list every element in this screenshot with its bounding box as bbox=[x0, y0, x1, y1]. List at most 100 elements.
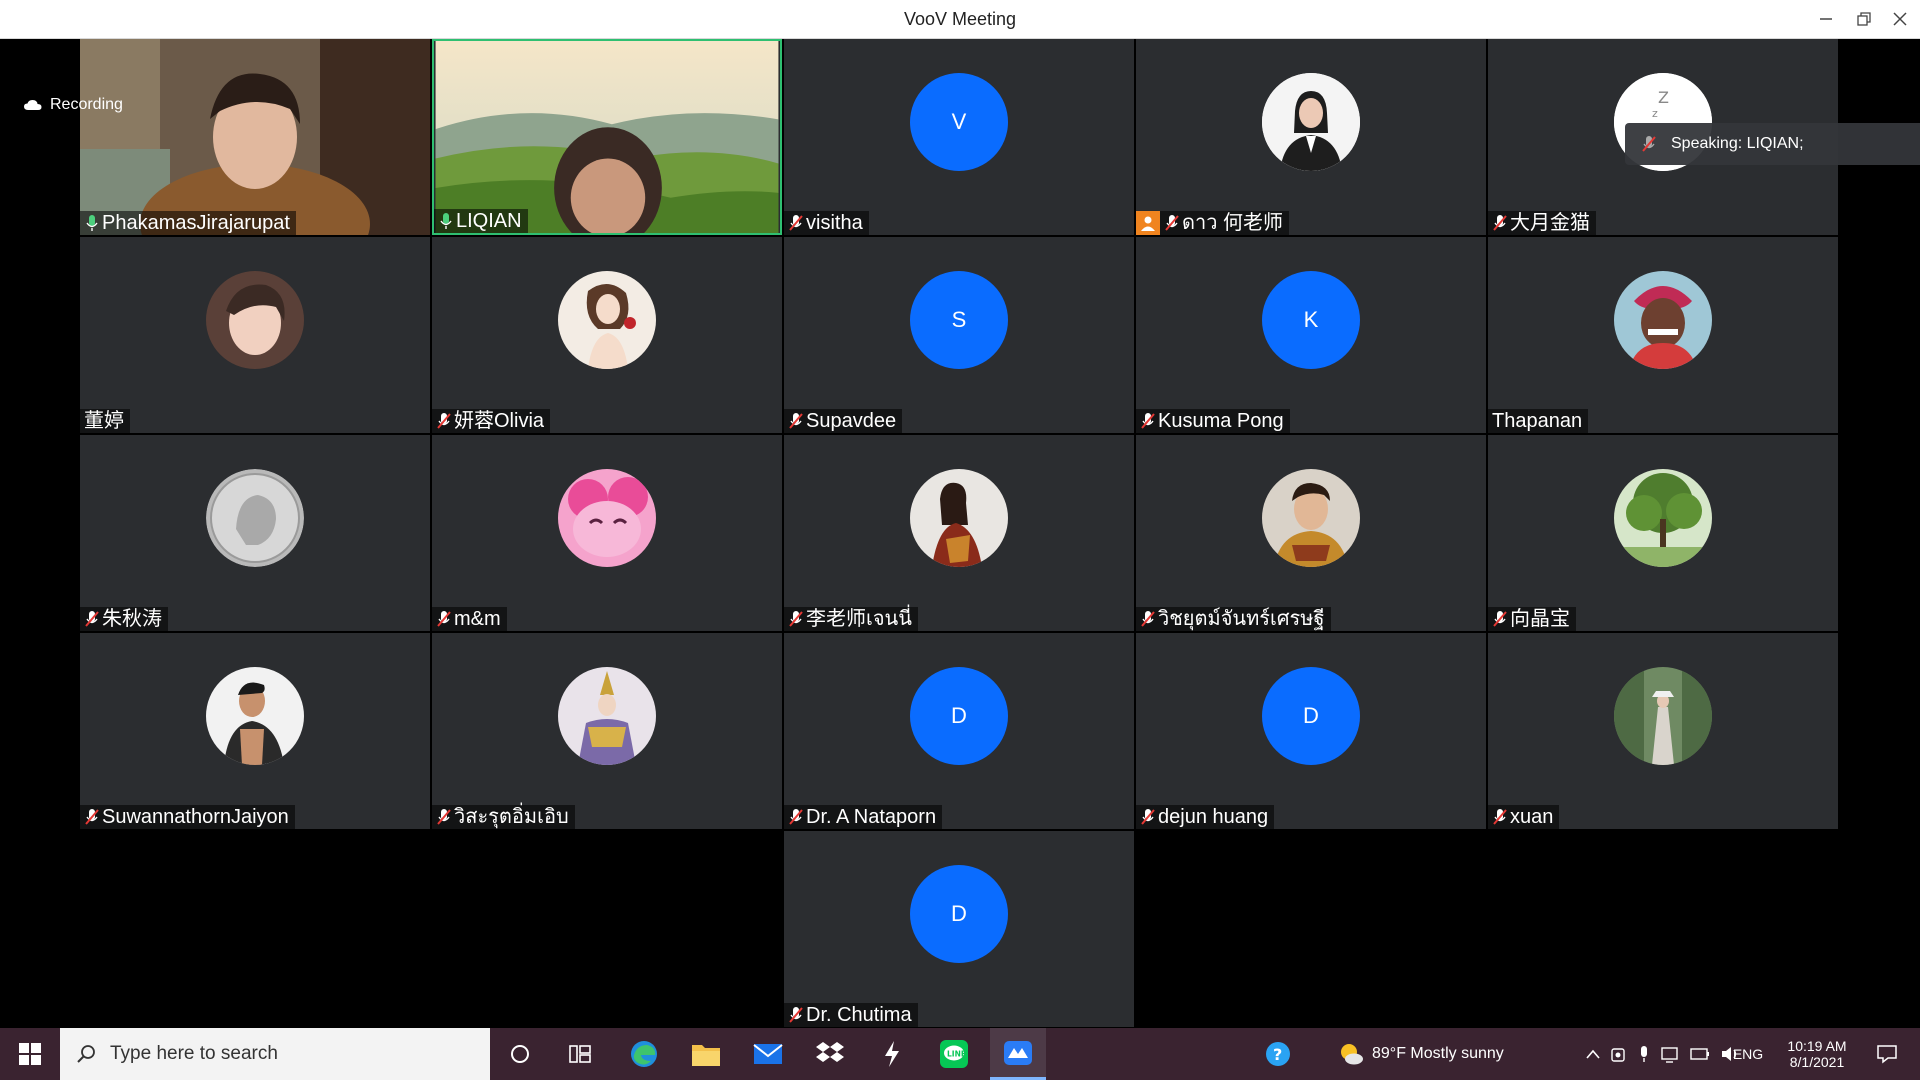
participant-name-plate: visitha bbox=[784, 211, 869, 235]
avatar bbox=[910, 469, 1008, 567]
participant-tile-active[interactable]: LIQIAN bbox=[432, 39, 782, 235]
mic-muted-icon bbox=[84, 808, 100, 826]
chevron-up-icon[interactable] bbox=[1586, 1049, 1600, 1059]
participant-name: m&m bbox=[454, 608, 501, 630]
avatar bbox=[1614, 667, 1712, 765]
app-button[interactable] bbox=[866, 1028, 918, 1080]
mic-muted-icon bbox=[1492, 214, 1508, 232]
line-app-button[interactable]: LINE bbox=[928, 1028, 980, 1080]
mic-muted-icon bbox=[1140, 610, 1156, 628]
recording-label: Recording bbox=[50, 96, 123, 113]
avatar: K bbox=[1262, 271, 1360, 369]
minimize-button[interactable] bbox=[1808, 0, 1844, 38]
language-label: ENG bbox=[1732, 1046, 1764, 1062]
participant-tile[interactable]: S Supavdee bbox=[784, 237, 1134, 433]
avatar bbox=[558, 469, 656, 567]
avatar: S bbox=[910, 271, 1008, 369]
restore-button[interactable] bbox=[1846, 0, 1882, 38]
participant-tile[interactable]: 董婷 bbox=[80, 237, 430, 433]
participant-tile[interactable]: K Kusuma Pong bbox=[1136, 237, 1486, 433]
participant-tile[interactable]: D dejun huang bbox=[1136, 633, 1486, 829]
network-icon[interactable] bbox=[1660, 1045, 1680, 1063]
notifications-button[interactable] bbox=[1862, 1028, 1912, 1080]
mic-muted-icon bbox=[788, 412, 804, 430]
participant-tile[interactable]: ดาว 何老师 bbox=[1136, 39, 1486, 235]
voov-icon bbox=[1004, 1040, 1032, 1065]
battery-icon[interactable] bbox=[1690, 1048, 1710, 1060]
dropbox-button[interactable] bbox=[804, 1028, 856, 1080]
dropbox-icon bbox=[816, 1042, 844, 1062]
participant-name: SuwannathornJaiyon bbox=[102, 806, 289, 828]
avatar bbox=[206, 667, 304, 765]
participant-name: Thapanan bbox=[1492, 410, 1583, 432]
participant-name: 李老师เจนนี่ bbox=[806, 608, 912, 630]
help-button[interactable]: ? bbox=[1252, 1028, 1304, 1080]
participant-tile[interactable]: m&m bbox=[432, 435, 782, 631]
mic-muted-icon bbox=[788, 610, 804, 628]
participant-name: 董婷 bbox=[84, 410, 124, 432]
close-button[interactable] bbox=[1882, 0, 1918, 38]
participant-name-plate: 李老师เจนนี่ bbox=[784, 607, 918, 631]
participant-tile[interactable]: วิสะรุตอิ่มเอิบ bbox=[432, 633, 782, 829]
participant-tile[interactable]: Thapanan bbox=[1488, 237, 1838, 433]
svg-text:Z: Z bbox=[1658, 88, 1669, 107]
edge-icon bbox=[631, 1041, 657, 1067]
participant-name: LIQIAN bbox=[456, 210, 522, 232]
mic-muted-icon bbox=[436, 808, 452, 826]
participant-name: วิสะรุตอิ่มเอิบ bbox=[454, 806, 569, 828]
mic-muted-icon bbox=[436, 610, 452, 628]
microphone-icon bbox=[84, 214, 100, 232]
avatar: D bbox=[910, 667, 1008, 765]
voov-meeting-button[interactable] bbox=[990, 1028, 1046, 1080]
participant-name-plate: SuwannathornJaiyon bbox=[80, 805, 295, 829]
participant-tile[interactable]: xuan bbox=[1488, 633, 1838, 829]
mail-button[interactable] bbox=[742, 1028, 794, 1080]
camera-icon[interactable] bbox=[1610, 1045, 1628, 1063]
title-bar: VooV Meeting bbox=[0, 0, 1920, 39]
task-view-button[interactable] bbox=[554, 1028, 606, 1080]
mic-muted-icon bbox=[1492, 610, 1508, 628]
svg-text:?: ? bbox=[1273, 1045, 1282, 1064]
search-placeholder: Type here to search bbox=[110, 1043, 278, 1064]
cortana-button[interactable] bbox=[494, 1028, 546, 1080]
avatar bbox=[1614, 271, 1712, 369]
host-icon bbox=[1136, 211, 1160, 235]
recording-indicator[interactable]: Recording bbox=[24, 96, 123, 114]
participant-name-plate: m&m bbox=[432, 607, 507, 631]
participant-tile[interactable]: D Dr. A Nataporn bbox=[784, 633, 1134, 829]
participant-tile[interactable]: 妍蓉Olivia bbox=[432, 237, 782, 433]
participant-tile[interactable]: PhakamasJirajarupat bbox=[80, 39, 430, 235]
cortana-icon bbox=[511, 1045, 529, 1063]
mic-muted-icon bbox=[1492, 808, 1508, 826]
participant-tile[interactable]: 朱秋涛 bbox=[80, 435, 430, 631]
participant-tile[interactable]: D Dr. Chutima bbox=[784, 831, 1134, 1027]
participant-tile[interactable]: V visitha bbox=[784, 39, 1134, 235]
participant-name-plate: LIQIAN bbox=[434, 209, 528, 233]
participant-tile[interactable]: 向晶宝 bbox=[1488, 435, 1838, 631]
svg-text:z: z bbox=[1652, 107, 1658, 120]
avatar: V bbox=[910, 73, 1008, 171]
participant-name-plate: 向晶宝 bbox=[1488, 607, 1576, 631]
participant-tile[interactable]: วิชยุตม์จันทร์เศรษฐี bbox=[1136, 435, 1486, 631]
participant-name: xuan bbox=[1510, 806, 1554, 828]
file-explorer-button[interactable] bbox=[680, 1028, 732, 1080]
folder-icon bbox=[692, 1045, 720, 1066]
avatar bbox=[558, 667, 656, 765]
microphone-icon[interactable] bbox=[1638, 1045, 1650, 1063]
edge-button[interactable] bbox=[618, 1028, 670, 1080]
participant-tile[interactable]: SuwannathornJaiyon bbox=[80, 633, 430, 829]
mic-muted-icon bbox=[788, 214, 804, 232]
participant-name-plate: Kusuma Pong bbox=[1136, 409, 1290, 433]
start-button[interactable] bbox=[0, 1028, 60, 1080]
clock[interactable]: 10:19 AM 8/1/2021 bbox=[1774, 1028, 1860, 1080]
participant-name-plate: วิชยุตม์จันทร์เศรษฐี bbox=[1136, 607, 1331, 631]
participant-name-plate: ดาว 何老师 bbox=[1136, 211, 1290, 235]
clock-date: 8/1/2021 bbox=[1789, 1054, 1845, 1070]
weather-widget[interactable]: 89°F Mostly sunny bbox=[1338, 1028, 1578, 1080]
participant-tile[interactable]: 李老师เจนนี่ bbox=[784, 435, 1134, 631]
taskbar-search[interactable]: Type here to search bbox=[60, 1028, 490, 1080]
language-indicator[interactable]: ENG bbox=[1730, 1028, 1766, 1080]
participant-name: Kusuma Pong bbox=[1158, 410, 1284, 432]
participant-video bbox=[80, 39, 430, 235]
participant-name: Dr. A Nataporn bbox=[806, 806, 937, 828]
